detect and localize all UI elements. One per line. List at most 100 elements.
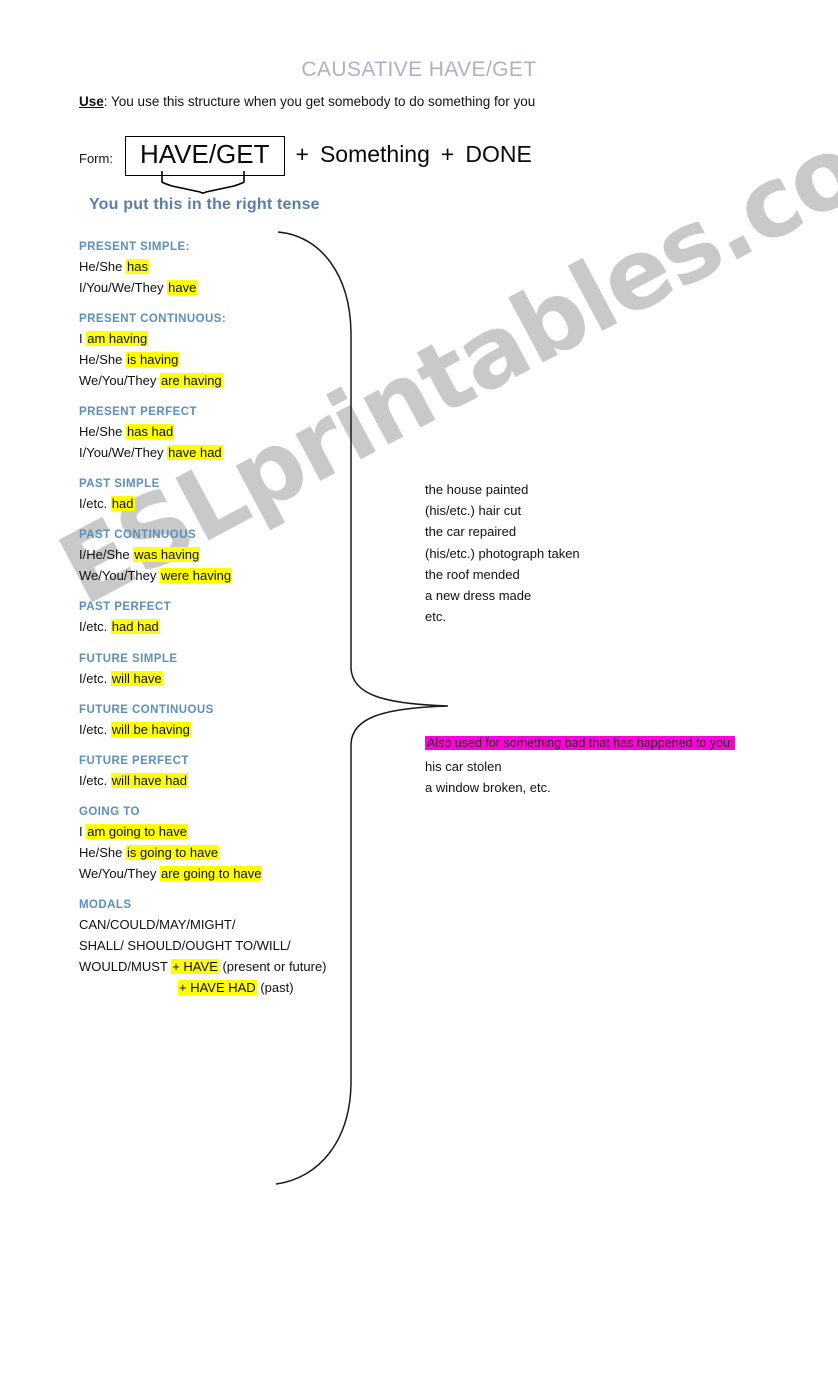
tense-line: I/You/We/They have [79, 277, 379, 298]
tense-group: PRESENT CONTINUOUS: I am having He/She is … [79, 313, 379, 391]
done-word: DONE [465, 141, 532, 168]
highlighted-form: are going to have [159, 865, 263, 881]
use-text: : You use this structure when you get so… [103, 94, 536, 109]
list-item: etc. [425, 609, 446, 625]
page-title: CAUSATIVE HAVE/GET [301, 58, 537, 81]
highlighted-form: will be having [110, 721, 191, 737]
highlighted-form: has had [125, 424, 175, 440]
tense-line: I am having [79, 328, 379, 349]
highlighted-form: were having [159, 568, 233, 584]
tense-line: I am going to have [79, 821, 379, 842]
highlighted-form: will have [110, 670, 163, 686]
plus-sign-1: + [295, 141, 309, 168]
highlighted-form: have had [167, 445, 223, 461]
tense-heading: PRESENT CONTINUOUS: [79, 313, 227, 326]
bad-note-heading: Also used for something bad that has hap… [425, 736, 736, 750]
tense-subject: I/You/We/They [79, 445, 168, 461]
bad-note-heading-text: Also used for something bad that has hap… [425, 736, 736, 750]
tense-subject: SHALL/ SHOULD/OUGHT TO/WILL/ [79, 937, 291, 953]
list-item: (his/etc.) photograph taken [425, 545, 580, 561]
tense-line: He/She has [79, 256, 379, 277]
tense-heading: PAST SIMPLE [79, 478, 160, 491]
tense-heading: GOING TO [79, 805, 140, 818]
tense-group: FUTURE PERFECT I/etc. will have had [79, 755, 379, 791]
tense-heading: MODALS [79, 898, 132, 911]
list-item: a window broken, etc. [425, 780, 551, 796]
tense-subject: We/You/They [79, 373, 160, 389]
tense-group: GOING TO I am going to have He/She is goin… [79, 806, 379, 884]
tense-subject: CAN/COULD/MAY/MIGHT/ [79, 916, 236, 932]
tense-line: + HAVE HAD (past) [79, 977, 379, 998]
highlighted-form: + HAVE [171, 958, 219, 974]
tense-line: We/You/They were having [79, 565, 379, 586]
tense-line: We/You/They are having [79, 370, 379, 391]
tense-line: SHALL/ SHOULD/OUGHT TO/WILL/ [79, 935, 379, 956]
highlighted-form: are having [159, 373, 223, 389]
use-label: Use [79, 94, 104, 109]
down-brace-icon [161, 171, 245, 194]
tense-line: I/etc. had had [79, 616, 379, 637]
tense-group: PAST PERFECT I/etc. had had [79, 601, 379, 637]
tense-note: (present or future) [218, 958, 327, 974]
tense-heading: PAST PERFECT [79, 601, 172, 614]
highlighted-form: was having [133, 547, 201, 563]
use-description: Use: You use this structure when you get… [79, 94, 535, 109]
highlighted-form: am going to have [86, 823, 188, 839]
tense-subject: He/She [79, 352, 126, 368]
tense-line: He/She is going to have [79, 842, 379, 863]
tense-line: WOULD/MUST + HAVE (present or future) [79, 956, 379, 977]
highlighted-form: had had [110, 619, 160, 635]
highlighted-form: is having [125, 352, 180, 368]
tense-line: He/She has had [79, 421, 379, 442]
tense-group: PAST CONTINUOUS I/He/She was having We/You… [79, 529, 379, 586]
tense-line: CAN/COULD/MAY/MIGHT/ [79, 914, 379, 935]
tense-group: PRESENT SIMPLE: He/She has I/You/We/They h… [79, 241, 379, 298]
tense-heading: PRESENT PERFECT [79, 406, 197, 419]
tense-subject: We/You/They [79, 568, 160, 584]
tense-subject: He/She [79, 424, 126, 440]
tense-subject: He/She [79, 259, 126, 274]
tense-note: (past) [256, 979, 294, 995]
tense-subject: I/etc. [79, 670, 111, 686]
tense-subject: I/etc. [79, 772, 111, 788]
tense-line: I/etc. will be having [79, 719, 379, 740]
tense-subject: I/You/We/They [79, 280, 168, 296]
highlighted-form: had [110, 496, 135, 512]
tense-line: We/You/They are going to have [79, 863, 379, 884]
highlighted-form: am having [86, 331, 149, 347]
list-item: the house painted [425, 482, 529, 497]
form-label: Form: [79, 151, 113, 167]
tense-group: FUTURE CONTINUOUS I/etc. will be having [79, 704, 379, 740]
highlighted-form: is going to have [125, 844, 220, 860]
tense-heading: PRESENT SIMPLE: [79, 241, 190, 253]
tense-group: MODALS CAN/COULD/MAY/MIGHT/SHALL/ SHOULD/… [79, 899, 379, 998]
tense-subject: He/She [79, 844, 126, 860]
tense-heading: FUTURE SIMPLE [79, 652, 178, 665]
bad-things-note: Also used for something bad that has hap… [425, 736, 736, 798]
list-item: his car stolen [425, 759, 502, 774]
tense-group: PAST SIMPLE I/etc. had [79, 478, 379, 514]
tense-subject: We/You/They [79, 865, 160, 881]
highlighted-form: + HAVE HAD [178, 979, 257, 995]
highlighted-form: have [167, 280, 198, 296]
tense-subject: I/etc. [79, 619, 111, 635]
list-item: a new dress made [425, 587, 532, 603]
tense-heading: FUTURE PERFECT [79, 754, 189, 767]
list-item: the car repaired [425, 524, 517, 540]
tense-line: He/She is having [79, 349, 379, 370]
tense-line: I/etc. had [79, 493, 379, 514]
plus-sign-2: + [440, 141, 455, 168]
highlighted-form: will have had [110, 772, 188, 788]
tense-subject: I/etc. [79, 721, 111, 737]
tense-line: I/You/We/They have had [79, 442, 379, 463]
tense-subject: I/etc. [79, 496, 111, 512]
object-list: the house painted (his/etc.) hair cut th… [425, 479, 580, 627]
tense-line: I/He/She was having [79, 544, 379, 565]
tense-line: I/etc. will have [79, 668, 379, 689]
tense-subject: WOULD/MUST [79, 958, 172, 974]
highlighted-form: has [125, 259, 149, 274]
worksheet-page: ESLprintables.com CAUSATIVE HAVE/GET Use… [0, 0, 838, 1389]
tense-line: I/etc. will have had [79, 770, 379, 791]
tense-heading: PAST CONTINUOUS [79, 529, 197, 542]
form-structure-row: Form: HAVE/GET + Something + DONE [79, 136, 532, 176]
